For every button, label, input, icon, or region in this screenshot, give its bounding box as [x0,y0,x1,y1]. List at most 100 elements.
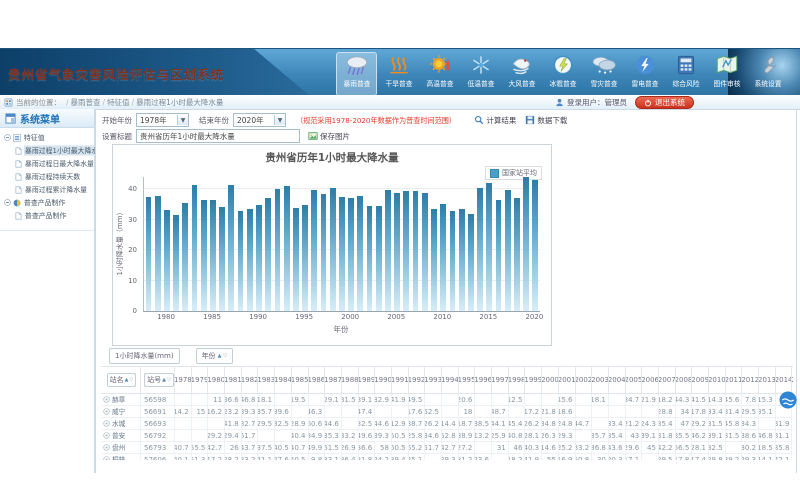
toolbar-item-settings[interactable]: 系统设置 [748,52,787,95]
end-year-select[interactable]: 2020年 ▼ [233,113,286,127]
station-row-icon[interactable] [103,456,110,460]
toolbar-item-map-review[interactable]: 图件审核 [707,52,746,95]
bar-1988[interactable] [238,211,244,311]
bar-1981[interactable] [173,215,179,311]
bar-2007[interactable] [413,191,419,311]
bar-1999[interactable] [339,197,345,311]
bar-1984[interactable] [201,200,207,311]
bar-1982[interactable] [182,203,188,311]
toolbar-item-rainstorm[interactable]: 暴雨普查 [336,52,377,96]
bar-2014[interactable] [477,188,483,311]
bar-2018[interactable] [514,198,520,311]
bar-2009[interactable] [431,209,437,311]
toolbar-item-high-temp[interactable]: 高温普查 [420,52,459,95]
value-cell: 23.2 [225,406,242,417]
bar-1983[interactable] [192,185,198,311]
bar-2002[interactable] [367,206,373,311]
bar-2013[interactable] [468,214,474,311]
bar-1994[interactable] [293,208,299,311]
station-cell[interactable]: 赫章 [101,394,141,405]
chart-title-input[interactable] [136,129,300,143]
bar-2015[interactable] [486,183,492,311]
bar-2019[interactable] [523,177,529,311]
station-cell[interactable]: 普安 [101,430,141,441]
bar-1995[interactable] [302,205,308,311]
bar-1993[interactable] [284,186,290,311]
collapse-toggle-icon[interactable] [4,134,11,141]
station-row-icon[interactable] [103,420,110,427]
toolbar-item-snow[interactable]: 雪灾普查 [584,52,623,95]
toolbar-item-drought[interactable]: 干旱普查 [379,52,418,95]
station-row-icon[interactable] [103,396,110,403]
logout-button[interactable]: 退出系统 [635,96,694,109]
bar-1986[interactable] [219,207,225,311]
station-cell[interactable]: 桐梓 [101,454,141,460]
value-cell: 16.9 [559,454,576,460]
breadcrumb-item-0[interactable]: 暴雨普查 [71,98,101,107]
toolbar-item-composite-risk[interactable]: 综合风险 [666,52,705,95]
save-image-button[interactable]: 保存图片 [308,131,350,142]
bar-2017[interactable] [505,190,511,312]
bar-2020[interactable] [532,180,538,311]
toolbar-item-lightning[interactable]: 雷电普查 [625,52,664,95]
floating-widget-icon[interactable] [779,391,797,409]
sort-asc-icon[interactable]: ▲ [162,377,166,383]
station-row-icon[interactable] [103,444,110,451]
tree-item-0-2[interactable]: 暴雨过程持续天数 [4,170,94,183]
bar-1985[interactable] [210,200,216,311]
toolbar-item-low-temp[interactable]: 低温普查 [461,52,500,95]
tree-node-1[interactable]: 普查产品制作 [4,196,94,209]
bar-1991[interactable] [265,198,271,311]
sort-station-id[interactable]: 站号▲▽ [144,373,174,387]
station-cell[interactable]: 盘州 [101,442,141,453]
tree-item-0-3[interactable]: 暴雨过程累计降水量 [4,183,94,196]
bar-1979[interactable] [155,196,161,311]
bar-1998[interactable] [330,188,336,311]
bar-2003[interactable] [376,206,382,311]
chevron-down-icon[interactable]: ▼ [177,115,188,125]
toolbar-item-wind[interactable]: 大风普查 [502,52,541,95]
bar-2006[interactable] [403,191,409,311]
collapse-toggle-icon[interactable] [4,199,11,206]
bar-1992[interactable] [275,189,281,311]
bar-2001[interactable] [357,196,363,311]
bar-2016[interactable] [496,200,502,311]
bar-2008[interactable] [422,193,428,311]
bar-1980[interactable] [164,210,170,311]
station-row-icon[interactable] [103,408,110,415]
station-row-icon[interactable] [103,432,110,439]
bar-2012[interactable] [459,209,465,311]
toolbar-item-hail[interactable]: 冰雹普查 [543,52,582,95]
sort-desc-icon[interactable]: ▽ [167,377,171,383]
bar-2004[interactable] [385,190,391,312]
breadcrumb-item-2[interactable]: 暴雨过程1小时最大降水量 [136,98,223,107]
tree-node-0[interactable]: 特征值 [4,131,94,144]
sort-asc-icon[interactable]: ▲ [218,353,222,359]
bar-1978[interactable] [146,197,152,311]
calc-result-button[interactable]: 计算结果 [474,115,516,126]
sort-station-name[interactable]: 站名▲▽ [107,373,137,387]
tree-item-0-1[interactable]: 暴雨过程日最大降水量 [4,157,94,170]
bar-2010[interactable] [440,204,446,311]
bar-2011[interactable] [450,211,456,311]
data-download-button[interactable]: 数据下载 [525,115,567,126]
start-year-select[interactable]: 1978年 ▼ [136,113,189,127]
bar-2005[interactable] [394,193,400,311]
bar-1990[interactable] [256,205,262,311]
tree-item-1-0[interactable]: 普查产品制作 [4,209,94,222]
station-cell[interactable]: 水城 [101,418,141,429]
sort-desc-icon[interactable]: ▽ [130,377,134,383]
measure-chip[interactable]: 1小时降水量(mm) [109,348,180,364]
year-sort-chip[interactable]: 年份 ▲ ▽ [196,348,234,364]
station-cell[interactable]: 威宁 [101,406,141,417]
bar-1996[interactable] [311,190,317,311]
bar-1987[interactable] [228,185,234,311]
bar-2000[interactable] [348,198,354,311]
sort-asc-icon[interactable]: ▲ [125,377,129,383]
tree-item-0-0[interactable]: 暴雨过程1小时最大降水量 [4,144,94,157]
chevron-down-icon[interactable]: ▼ [274,115,285,125]
breadcrumb-item-1[interactable]: 特征值 [107,98,130,107]
sort-desc-icon[interactable]: ▽ [223,353,227,359]
bar-1997[interactable] [321,194,327,311]
bar-1989[interactable] [247,209,253,311]
